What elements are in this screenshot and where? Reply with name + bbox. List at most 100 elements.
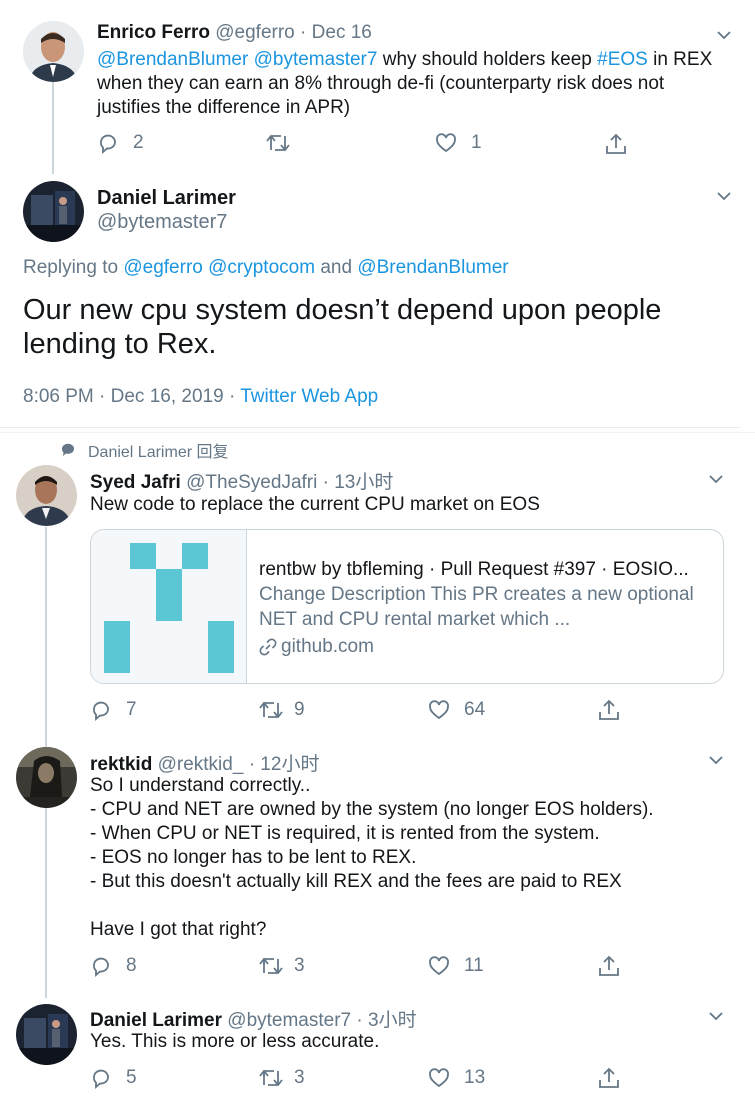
retweet-icon [259, 1069, 283, 1087]
reply-count: 2 [133, 132, 144, 153]
like-count: 13 [464, 1067, 486, 1088]
tweet-text: @BrendanBlumer @bytemaster7 why should h… [97, 48, 727, 120]
divider [0, 432, 755, 433]
tweet-line: - CPU and NET are owned by the system (n… [90, 799, 654, 820]
author-handle[interactable]: @rektkid_ [158, 754, 244, 775]
card-title: rentbw by tbfleming · Pull Request #397 … [259, 559, 689, 580]
replying-handles[interactable]: @egferro @cryptocom [123, 257, 315, 278]
like-count: 64 [464, 699, 486, 720]
reply-button[interactable]: 7 [90, 699, 137, 721]
share-button[interactable] [604, 132, 628, 156]
author-handle[interactable]: @egferro [215, 22, 295, 43]
like-button[interactable]: 64 [428, 699, 485, 721]
thread-connector [52, 82, 54, 174]
avatar[interactable] [16, 1004, 77, 1065]
heart-icon [429, 1068, 449, 1088]
reply-button[interactable]: 2 [97, 132, 144, 154]
avatar[interactable] [16, 465, 77, 526]
like-button[interactable]: 1 [435, 132, 482, 154]
share-icon [606, 133, 626, 154]
retweet-button[interactable]: 3 [258, 955, 305, 977]
link-icon [259, 638, 277, 655]
author-handle[interactable]: @bytemaster7 [97, 210, 236, 234]
reply-button[interactable]: 5 [90, 1067, 137, 1089]
retweet-button[interactable] [265, 132, 291, 154]
like-button[interactable]: 11 [428, 955, 484, 977]
tweet-text: Yes. This is more or less accurate. [90, 1031, 380, 1052]
avatar[interactable] [23, 21, 84, 82]
chevron-down-icon[interactable] [709, 755, 723, 765]
tweet-line: So I understand correctly.. [90, 775, 311, 796]
heart-icon [429, 700, 449, 720]
reply-icon [100, 134, 116, 154]
author-name[interactable]: Enrico Ferro [97, 22, 210, 43]
avatar[interactable] [16, 747, 77, 808]
replying-and: and [320, 257, 353, 278]
author-handle[interactable]: @bytemaster7 [227, 1010, 351, 1031]
author-handle[interactable]: @TheSyedJafri [186, 472, 317, 493]
chevron-down-icon[interactable] [717, 30, 731, 40]
tweet-line: - When CPU or NET is required, it is ren… [90, 823, 600, 844]
share-icon [599, 955, 619, 976]
reply-context-label: Daniel Larimer 回复 [88, 444, 229, 461]
tweet-time[interactable]: · 13小时 [323, 472, 394, 493]
author-name[interactable]: Syed Jafri [90, 472, 181, 493]
heart-icon [436, 133, 456, 153]
share-button[interactable] [597, 1066, 621, 1090]
tweet-source[interactable]: Twitter Web App [240, 386, 378, 407]
tweet-line: Have I got that right? [90, 919, 267, 940]
share-button[interactable] [597, 698, 621, 722]
author-name[interactable]: rektkid [90, 754, 152, 775]
tweet-text-segment: why should holders keep [377, 49, 598, 70]
github-identicon-icon [104, 543, 234, 673]
retweet-button[interactable]: 9 [258, 699, 305, 721]
tweet-text: New code to replace the current CPU mark… [90, 494, 540, 515]
tweet-time[interactable]: · 12小时 [249, 754, 320, 775]
tweet-line: - EOS no longer has to be lent to REX. [90, 847, 417, 868]
reply-count: 8 [126, 955, 137, 976]
author-name[interactable]: Daniel Larimer [97, 186, 236, 210]
reply-icon [93, 701, 109, 721]
share-icon [599, 1067, 619, 1088]
reply-context: Daniel Larimer 回复 [60, 438, 229, 462]
like-count: 1 [471, 132, 482, 153]
reply-count: 5 [126, 1067, 137, 1088]
thread-connector [45, 808, 47, 998]
author-name[interactable]: Daniel Larimer [90, 1010, 222, 1031]
tweet-timestamp[interactable]: 8:06 PM · Dec 16, 2019 · [23, 386, 235, 407]
tweet-time[interactable]: · 3小时 [356, 1010, 416, 1031]
share-icon [599, 699, 619, 720]
retweet-count: 9 [294, 699, 305, 720]
main-tweet-text: Our new cpu system doesn’t depend upon p… [23, 294, 662, 360]
chevron-down-icon[interactable] [709, 1011, 723, 1021]
chevron-down-icon[interactable] [717, 191, 731, 201]
mention-link[interactable]: @bytemaster7 [254, 49, 378, 70]
reply-icon [93, 957, 109, 977]
replying-label: Replying to [23, 257, 119, 278]
retweet-count: 3 [294, 1067, 305, 1088]
retweet-icon [259, 957, 283, 975]
retweet-button[interactable]: 3 [258, 1067, 305, 1089]
speech-bubble-icon [61, 443, 74, 456]
link-card[interactable]: rentbw by tbfleming · Pull Request #397 … [90, 529, 724, 684]
card-description: Change Description This PR creates a new… [259, 584, 694, 630]
thread-connector [45, 527, 47, 747]
avatar[interactable] [23, 181, 84, 242]
replying-to: Replying to @egferro @cryptocom and @Bre… [23, 257, 509, 279]
heart-icon [429, 956, 449, 976]
retweet-icon [259, 701, 283, 719]
replying-handle-last[interactable]: @BrendanBlumer [357, 257, 508, 278]
like-button[interactable]: 13 [428, 1067, 485, 1089]
reply-icon [93, 1069, 109, 1089]
card-domain: github.com [281, 636, 374, 657]
hashtag-link[interactable]: #EOS [597, 49, 648, 70]
mention-link[interactable]: @BrendanBlumer [97, 49, 248, 70]
tweet-line: - But this doesn't actually kill REX and… [90, 871, 622, 892]
tweet-text: So I understand correctly.. - CPU and NE… [90, 774, 654, 942]
retweet-icon [266, 134, 290, 152]
retweet-count: 3 [294, 955, 305, 976]
reply-button[interactable]: 8 [90, 955, 137, 977]
share-button[interactable] [597, 954, 621, 978]
tweet-date[interactable]: · Dec 16 [300, 22, 372, 43]
chevron-down-icon[interactable] [709, 474, 723, 484]
